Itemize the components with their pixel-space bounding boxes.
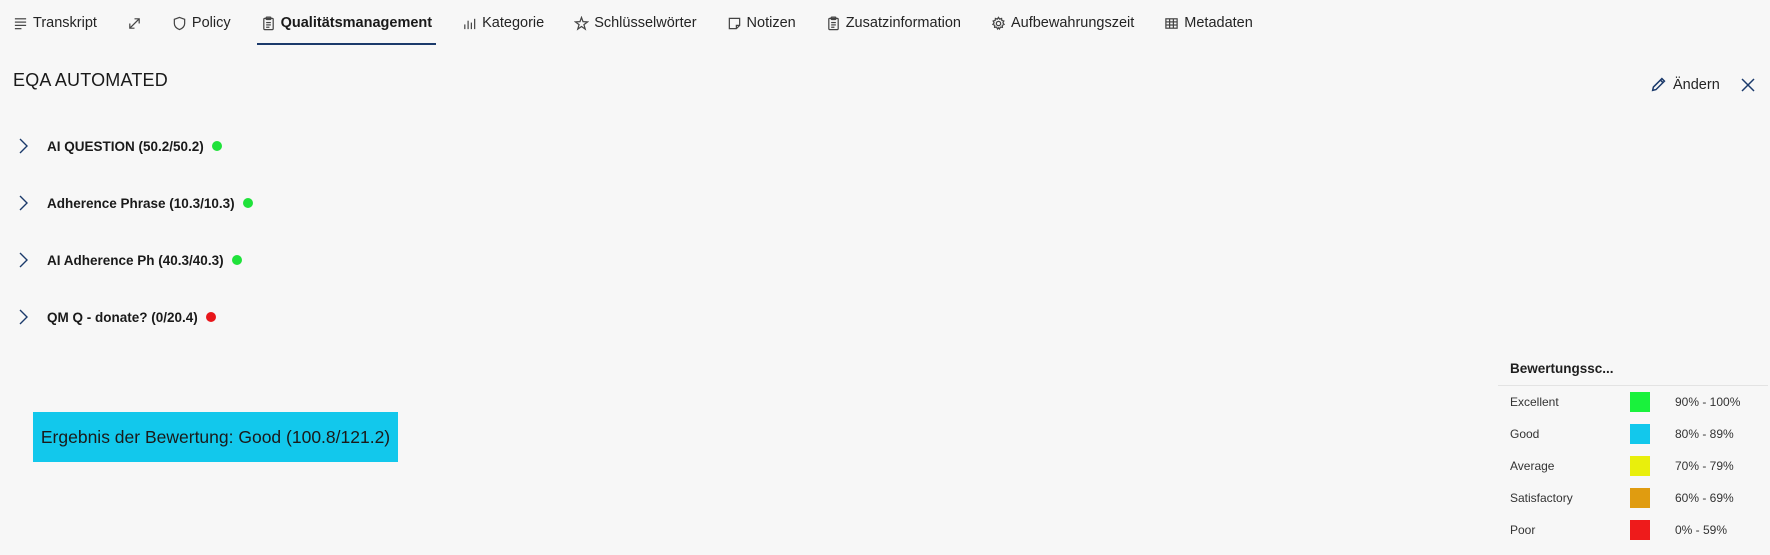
legend-row: Excellent 90% - 100% (1498, 386, 1768, 418)
legend-swatch (1630, 392, 1650, 412)
legend-range: 70% - 79% (1675, 459, 1734, 473)
question-row[interactable]: Adherence Phrase (10.3/10.3) (13, 191, 253, 215)
legend-swatch (1630, 424, 1650, 444)
text-lines-icon (14, 17, 27, 29)
question-label: Adherence Phrase (10.3/10.3) (47, 195, 235, 211)
rating-scale-legend: Bewertungssc... Excellent 90% - 100% Goo… (1498, 352, 1768, 546)
status-dot (205, 312, 216, 322)
chevron-right-icon (13, 250, 33, 270)
status-dot (211, 141, 222, 151)
pencil-icon (1651, 77, 1666, 92)
legend-title: Bewertungssc... (1498, 352, 1768, 386)
question-row[interactable]: QM Q - donate? (0/20.4) (13, 305, 216, 329)
clipboard-icon (262, 16, 274, 30)
chevron-right-icon (13, 193, 33, 213)
legend-label: Poor (1510, 523, 1536, 537)
close-button[interactable] (1740, 77, 1756, 98)
question-label: AI QUESTION (50.2/50.2) (47, 138, 204, 154)
legend-label: Average (1510, 459, 1555, 473)
tab-aufbewahrungszeit[interactable]: Aufbewahrungszeit (991, 1, 1134, 45)
tab-bar: Transkript Policy Qualitätsmanagement Ka… (0, 0, 1770, 46)
tab-kategorie[interactable]: Kategorie (462, 1, 544, 45)
tab-metadaten[interactable]: Metadaten (1164, 1, 1253, 45)
tab-label: Kategorie (482, 15, 545, 31)
clipboard-icon (827, 16, 839, 30)
status-dot (231, 255, 242, 265)
question-row[interactable]: AI Adherence Ph (40.3/40.3) (13, 248, 242, 272)
bar-chart-icon (464, 18, 476, 29)
tab-schluesselwoerter[interactable]: Schlüsselwörter (574, 1, 697, 45)
legend-label: Excellent (1510, 395, 1559, 409)
result-label: Ergebnis der Bewertung: Good (100.8/121.… (40, 426, 391, 447)
legend-label: Good (1510, 427, 1540, 441)
legend-swatch (1630, 456, 1650, 476)
tab-label: Metadaten (1184, 15, 1253, 31)
sparkle-icon (574, 15, 590, 31)
tab-zusatzinformation[interactable]: Zusatzinformation (826, 1, 961, 45)
legend-row: Average 70% - 79% (1498, 450, 1768, 482)
edit-button-label: Ändern (1673, 76, 1720, 93)
expand-icon (129, 17, 140, 29)
result-badge: Ergebnis der Bewertung: Good (100.8/121.… (33, 412, 398, 462)
chevron-right-icon (13, 136, 33, 156)
tab-qualitaetsmanagement[interactable]: Qualitätsmanagement (256, 1, 436, 45)
table-icon (1165, 17, 1179, 29)
question-label: AI Adherence Ph (40.3/40.3) (47, 252, 224, 268)
question-row[interactable]: AI QUESTION (50.2/50.2) (13, 134, 222, 158)
edit-button[interactable]: Ändern (1650, 76, 1720, 93)
tab-label: Zusatzinformation (845, 15, 961, 31)
legend-range: 0% - 59% (1675, 523, 1728, 537)
tab-policy[interactable]: Policy (172, 1, 231, 45)
legend-swatch (1630, 488, 1650, 508)
tab-expand[interactable] (127, 1, 142, 45)
note-icon (728, 17, 740, 29)
tab-label: Transkript (33, 15, 97, 31)
legend-range: 90% - 100% (1675, 395, 1741, 409)
legend-range: 60% - 69% (1675, 491, 1734, 505)
gear-icon (991, 15, 1006, 30)
shield-icon (173, 16, 186, 30)
legend-row: Satisfactory 60% - 69% (1498, 482, 1768, 514)
close-icon (1741, 78, 1755, 92)
page-title: EQA AUTOMATED (13, 70, 168, 90)
tab-label: Policy (191, 15, 231, 31)
chevron-right-icon (13, 307, 33, 327)
legend-row: Poor 0% - 59% (1498, 514, 1768, 546)
question-label: QM Q - donate? (0/20.4) (47, 309, 198, 325)
tab-label: Qualitätsmanagement (280, 15, 433, 31)
tab-transkript[interactable]: Transkript (13, 1, 97, 45)
tab-notizen[interactable]: Notizen (727, 1, 796, 45)
legend-label: Satisfactory (1510, 491, 1573, 505)
tab-label: Notizen (746, 15, 796, 31)
legend-swatch (1630, 520, 1650, 540)
tab-label: Schlüsselwörter (594, 15, 697, 31)
status-dot (242, 198, 253, 208)
legend-row: Good 80% - 89% (1498, 418, 1768, 450)
tab-label: Aufbewahrungszeit (1010, 15, 1135, 31)
legend-range: 80% - 89% (1675, 427, 1734, 441)
